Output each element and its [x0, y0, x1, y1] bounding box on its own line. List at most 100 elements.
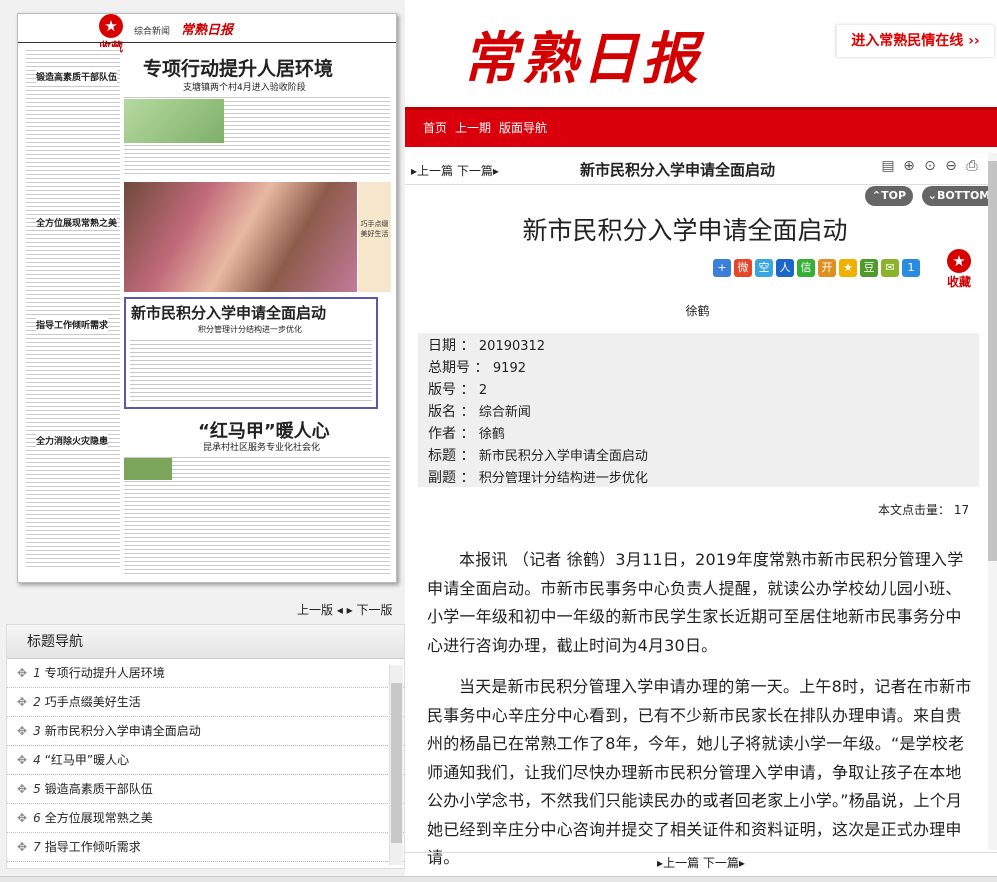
nav-item[interactable]: ✥ 4 “红马甲”暖人心 [7, 746, 404, 775]
nav-item-label: 巧手点缀美好生活 [44, 695, 141, 709]
share-count-icon[interactable]: 1 [902, 259, 920, 277]
menu-home[interactable]: 首页 [423, 121, 447, 135]
article-paragraph: 当天是新市民积分管理入学申请办理的第一天。上午8时，记者在市新市民事务中心辛庄分… [427, 677, 972, 867]
article-pager: ▸上一篇 下一篇▸ [411, 162, 499, 179]
nav-item-number: 5 [33, 782, 41, 796]
article-favorite-button[interactable]: ★ 收藏 [944, 249, 974, 290]
bottom-next-link[interactable]: 下一篇 [703, 856, 739, 870]
bottom-label: BOTTOM [936, 189, 991, 202]
nav-scrollbar-thumb[interactable] [391, 683, 402, 843]
share-wechat-icon[interactable]: 信 [797, 259, 815, 277]
box-title: 新市民积分入学申请全面启动 [131, 304, 327, 322]
meta-value: 2 [478, 383, 488, 398]
toolbar: ▤ ⊕ ⊙ ⊖ ⎙ [879, 157, 981, 175]
menu-page-nav[interactable]: 版面导航 [499, 121, 547, 135]
nav-item-number: 7 [33, 840, 41, 854]
nav-item[interactable]: ✥ 3 新市民积分入学申请全面启动 [7, 717, 404, 746]
side-column [26, 47, 120, 567]
meta-colon: ： [456, 470, 479, 486]
paper-headline-1-sub: 支塘镇两个村4月进入验收阶段 [183, 83, 306, 93]
titlebar-title: 新市民积分入学申请全面启动 [580, 161, 776, 179]
paper-masthead: 常熟日报 [181, 23, 234, 38]
article-meta: 日期 ： 20190312 总期号 ： 9192 版号 ： 2 版名 ： 综合新闻 作者… [418, 333, 979, 487]
play-icon: ▸ [492, 164, 499, 178]
meta-colon: ： [456, 448, 479, 464]
diamond-icon: ✥ [17, 840, 28, 854]
chevron-up-icon: ⌃ [871, 189, 882, 202]
chevron-down-icon: ⌄ [927, 189, 937, 202]
paper-headline-2-sub: 昆承村社区服务专业化社会化 [203, 443, 321, 453]
nav-item-label: 新市民积分入学申请全面启动 [44, 724, 201, 738]
share-kaixin-icon[interactable]: 开 [818, 259, 836, 277]
nav-item[interactable]: ✥ 1 专项行动提升人居环境 [7, 659, 404, 688]
prev-page-link[interactable]: 上一版 [297, 603, 333, 617]
nav-item[interactable]: ✥ 5 锻造高素质干部队伍 [7, 775, 404, 804]
share-douban-icon[interactable]: 豆 [860, 259, 878, 277]
newspaper-page-thumbnail[interactable]: ★ 收藏 综合新闻 常熟日报 锻造高素质干部队伍 全方位展现常熟之美 指导工作倾… [17, 13, 397, 583]
document-icon[interactable]: ▤ [879, 157, 897, 175]
diamond-icon: ✥ [17, 666, 28, 680]
share-weibo-icon[interactable]: 微 [734, 259, 752, 277]
bottom-button[interactable]: ⌄BOTTOM [922, 186, 996, 206]
hits-label: 本文点击量： [878, 503, 951, 517]
diamond-icon: ✥ [17, 782, 28, 796]
section-label: 综合新闻 [134, 27, 171, 37]
meta-row: 总期号 ： 9192 [428, 357, 979, 379]
diamond-icon: ✥ [17, 811, 28, 825]
diamond-icon: ✥ [17, 753, 28, 767]
meta-colon: ： [456, 338, 479, 354]
title-navigation: 标题导航 ✥ 1 专项行动提升人居环境 ✥ 2 巧手点缀美好生活 ✥ 3 新市民积分入学申请全面… [6, 624, 405, 869]
menu-prev-issue[interactable]: 上一期 [455, 121, 491, 135]
nav-title: 标题导航 [7, 625, 404, 659]
zoom-out-icon[interactable]: ⊖ [942, 157, 960, 175]
article-scrollbar-thumb[interactable] [988, 161, 997, 561]
meta-colon: ： [456, 426, 479, 442]
meta-row: 副题 ： 积分管理计分结构进一步优化 [428, 467, 979, 489]
nav-item-number: 1 [33, 666, 41, 680]
nav-item[interactable]: ✥ 6 全方位展现常熟之美 [7, 804, 404, 833]
next-page-link[interactable]: 下一版 [357, 603, 393, 617]
nav-item-label: 锻造高素质干部队伍 [44, 782, 153, 796]
article-author: 徐鹤 [685, 304, 710, 318]
meta-value: 综合新闻 [478, 405, 531, 420]
top-button[interactable]: ⌃TOP [865, 186, 913, 206]
prev-article-link[interactable]: 上一篇 [417, 164, 453, 178]
nav-item[interactable]: ✥ 2 巧手点缀美好生活 [7, 688, 404, 717]
share-qzone-icon[interactable]: 空 [755, 259, 773, 277]
bottom-prev-link[interactable]: 上一篇 [663, 856, 699, 870]
pager-arrows-icon: ◂ ▸ [336, 603, 353, 617]
article-body: 本报讯 （记者 徐鹤）3月11日，2019年度常熟市新市民积分管理入学申请全面启… [427, 546, 977, 882]
meta-value: 新市民积分入学申请全面启动 [478, 449, 648, 464]
print-icon[interactable]: ⎙ [963, 157, 981, 175]
share-email-icon[interactable]: ✉ [881, 259, 899, 277]
nav-list: ✥ 1 专项行动提升人居环境 ✥ 2 巧手点缀美好生活 ✥ 3 新市民积分入学申请全面启动 ✥ 4 “… [7, 659, 404, 862]
story-1-photo [124, 99, 224, 143]
meta-key: 副题 [428, 470, 456, 486]
meta-row: 版名 ： 综合新闻 [428, 401, 979, 423]
meta-value: 9192 [492, 361, 526, 376]
minqing-link[interactable]: 进入常熟民情在线 ›› [836, 25, 994, 57]
meta-value: 积分管理计分结构进一步优化 [478, 471, 648, 486]
article-favorite-label: 收藏 [946, 275, 971, 289]
nav-item-number: 2 [33, 695, 41, 709]
diamond-icon: ✥ [17, 695, 28, 709]
nav-item-number: 3 [33, 724, 41, 738]
nav-item[interactable]: ✥ 7 指导工作倾听需求 [7, 833, 404, 862]
zoom-reset-icon[interactable]: ⊙ [921, 157, 939, 175]
meta-key: 日期 [428, 338, 456, 354]
page-pager: 上一版 ◂ ▸ 下一版 [297, 601, 393, 618]
paper-headline-1: 专项行动提升人居环境 [143, 58, 334, 80]
share-renren-icon[interactable]: 人 [776, 259, 794, 277]
site-logo[interactable]: 常熟日报 [462, 14, 702, 95]
share-more-icon[interactable]: + [713, 259, 731, 277]
nav-item-label: “红马甲”暖人心 [44, 753, 130, 767]
hits-value: 17 [953, 503, 970, 517]
hit-counter: 本文点击量： 17 [878, 501, 969, 518]
meta-value: 20190312 [478, 339, 546, 354]
meta-key: 版名 [428, 404, 456, 420]
share-star-icon[interactable]: ★ [839, 259, 857, 277]
zoom-in-icon[interactable]: ⊕ [900, 157, 918, 175]
horizontal-scrollbar[interactable] [0, 876, 997, 882]
next-article-link[interactable]: 下一篇 [457, 164, 493, 178]
meta-row: 标题 ： 新市民积分入学申请全面启动 [428, 445, 979, 467]
